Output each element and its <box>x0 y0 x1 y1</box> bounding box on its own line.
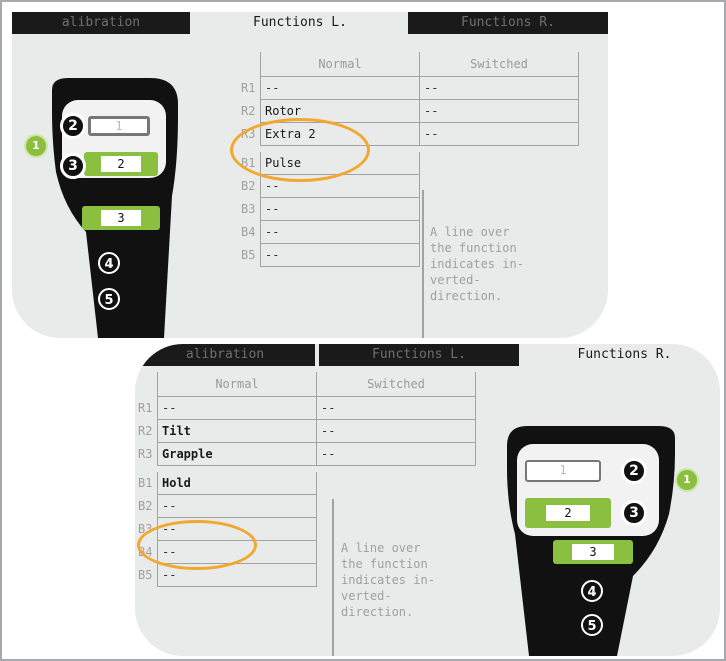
normal-cell[interactable]: -- <box>260 220 420 244</box>
function-box-2[interactable]: 2 <box>525 498 611 528</box>
row-key: B2 <box>135 494 158 518</box>
normal-cell[interactable]: -- <box>157 494 317 518</box>
table-row[interactable]: R3 Grapple -- <box>135 442 476 466</box>
highlight-oval <box>137 520 257 570</box>
column-header-normal: Normal <box>260 52 420 77</box>
tab-functions-left[interactable]: Functions L. <box>319 344 519 366</box>
switched-cell[interactable]: -- <box>316 419 476 443</box>
functions-right-panel: alibration Functions L. Functions R. Nor… <box>135 344 720 656</box>
divider <box>332 499 334 656</box>
normal-cell[interactable]: Hold <box>157 472 317 495</box>
table-row[interactable]: R2 Tilt -- <box>135 419 476 443</box>
function-box-1[interactable]: 1 <box>525 460 601 482</box>
row-key: R3 <box>135 442 158 466</box>
tab-functions-right[interactable]: Functions R. <box>408 12 608 34</box>
divider <box>422 190 424 338</box>
button-2-icon[interactable]: 2 <box>60 113 86 139</box>
table-row[interactable]: B3 -- <box>238 197 579 221</box>
function-box-2-label: 2 <box>101 156 141 172</box>
function-box-2[interactable]: 2 <box>84 152 158 176</box>
function-box-1[interactable]: 1 <box>88 116 150 136</box>
table-row[interactable]: B4 -- <box>238 220 579 244</box>
row-key: B5 <box>135 563 158 587</box>
function-box-2-label: 2 <box>546 505 590 521</box>
row-key: R2 <box>238 99 261 123</box>
column-header-normal: Normal <box>157 372 317 397</box>
row-key: B3 <box>238 197 261 221</box>
tab-functions-left[interactable]: Functions L. <box>208 12 392 34</box>
normal-cell[interactable]: -- <box>260 243 420 267</box>
column-header-switched: Switched <box>316 372 476 397</box>
button-2-icon[interactable]: 2 <box>621 458 647 484</box>
button-4-icon[interactable]: 4 <box>98 252 120 274</box>
function-box-3-label: 3 <box>101 210 141 226</box>
button-3-icon[interactable]: 3 <box>60 153 86 179</box>
switched-cell[interactable]: -- <box>419 122 579 146</box>
highlight-oval <box>230 118 370 182</box>
table-row[interactable]: B5 -- <box>238 243 579 267</box>
inverted-direction-note: A line over the function indicates in- v… <box>341 541 435 619</box>
row-key: B5 <box>238 243 261 267</box>
row-key: R2 <box>135 419 158 443</box>
switched-cell[interactable]: -- <box>419 76 579 100</box>
normal-cell[interactable]: -- <box>260 197 420 221</box>
table-row[interactable]: R1 -- -- <box>135 396 476 420</box>
table-row[interactable]: R1 -- -- <box>238 76 579 100</box>
button-5-icon[interactable]: 5 <box>98 288 120 310</box>
table-row[interactable]: B1 Hold <box>135 472 476 495</box>
row-key: R1 <box>135 396 158 420</box>
switched-cell[interactable]: -- <box>419 99 579 123</box>
joystick-number-badge: 1 <box>26 136 46 156</box>
joystick-number-badge: 1 <box>677 470 697 490</box>
normal-cell[interactable]: -- <box>260 76 420 100</box>
normal-cell[interactable]: Grapple <box>157 442 317 466</box>
function-box-3-label: 3 <box>572 544 614 560</box>
joystick-controller: 1 2 3 2 3 4 5 1 <box>12 12 222 338</box>
normal-cell[interactable]: Tilt <box>157 419 317 443</box>
button-3-icon[interactable]: 3 <box>621 500 647 526</box>
function-box-3[interactable]: 3 <box>82 206 160 230</box>
button-5-icon[interactable]: 5 <box>581 614 603 636</box>
row-key: B1 <box>135 472 158 495</box>
row-key: R1 <box>238 76 261 100</box>
function-box-3[interactable]: 3 <box>553 540 633 564</box>
inverted-direction-note: A line over the function indicates in- v… <box>430 225 524 303</box>
button-4-icon[interactable]: 4 <box>581 580 603 602</box>
functions-left-panel: alibration Functions L. Functions R. 1 2… <box>12 12 608 338</box>
table-row[interactable]: B2 -- <box>135 494 476 518</box>
row-key: B2 <box>238 174 261 198</box>
switched-cell[interactable]: -- <box>316 442 476 466</box>
normal-cell[interactable]: -- <box>157 396 317 420</box>
column-header-switched: Switched <box>419 52 579 77</box>
tab-calibration[interactable]: alibration <box>135 344 315 366</box>
row-key: B4 <box>238 220 261 244</box>
joystick-controller: 1 2 3 2 3 4 5 1 <box>495 344 720 656</box>
switched-cell[interactable]: -- <box>316 396 476 420</box>
